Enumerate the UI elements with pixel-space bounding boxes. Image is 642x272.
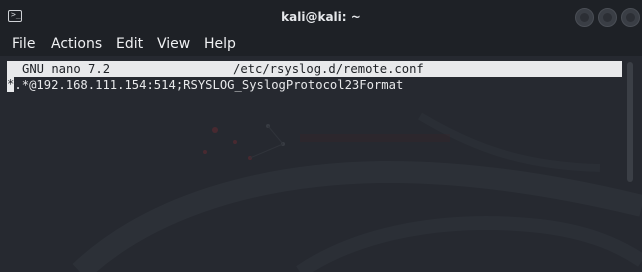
line-1-text: .*@192.168.111.154:514;RSYSLOG_SyslogPro… [14,78,404,92]
menu-help[interactable]: Help [204,34,236,56]
nano-filename: /etc/rsyslog.d/remote.conf [233,62,424,76]
nano-header-bar: GNU nano 7.2 /etc/rsyslog.d/remote.conf [7,61,622,77]
terminal-window: >_ kali@kali: ~ File Actions Edit View H… [0,0,642,272]
window-title: kali@kali: ~ [281,10,361,24]
terminal-area[interactable]: GNU nano 7.2 /etc/rsyslog.d/remote.conf … [0,56,642,272]
menu-edit[interactable]: Edit [116,34,143,56]
close-button[interactable] [621,8,640,27]
scrollbar[interactable] [627,62,633,182]
menu-actions[interactable]: Actions [51,34,102,56]
menu-file[interactable]: File [12,34,35,56]
title-bar: >_ kali@kali: ~ [0,0,642,34]
editor-line-1[interactable]: *.*@192.168.111.154:514;RSYSLOG_SyslogPr… [7,77,403,94]
nano-version: GNU nano 7.2 [22,62,111,76]
minimize-button[interactable] [575,8,594,27]
menu-bar: File Actions Edit View Help [0,34,642,56]
menu-view[interactable]: View [157,34,190,56]
maximize-button[interactable] [598,8,617,27]
